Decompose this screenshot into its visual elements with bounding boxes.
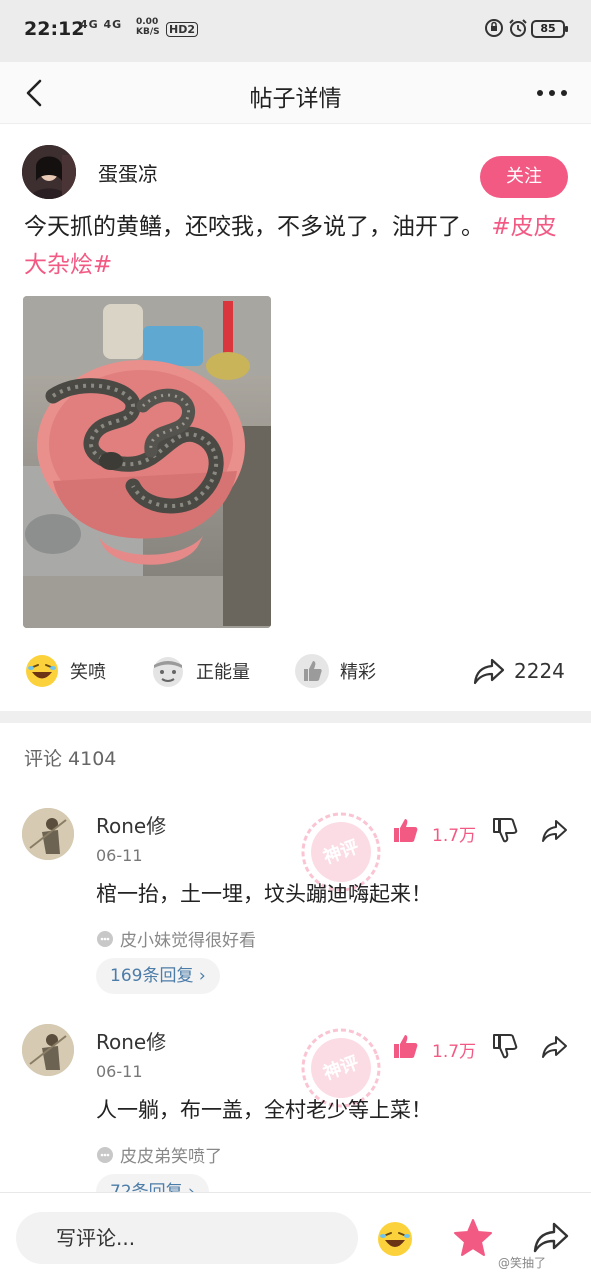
status-bar: 22:12 4G 4G 0.00 KB/S HD2 85 [0,0,591,62]
network-speed: 0.00 KB/S [136,17,160,37]
share-button[interactable]: 2224 [472,653,565,689]
comment-text: 棺一抬，土一埋，坟头蹦迪嗨起来！ [96,882,432,906]
thumbs-down-icon[interactable] [490,1032,518,1060]
comment-likers-text: 皮皮弟笑喷了 [120,1147,222,1167]
speech-bubble-icon [97,1146,113,1163]
comment-likers-text: 皮小妹觉得很好看 [120,931,256,951]
share-arrow-icon [473,658,505,685]
emoji-icon[interactable] [376,1220,414,1258]
section-divider [0,711,591,723]
alarm-icon [509,19,527,37]
network-indicator: 4G 4G [80,18,123,31]
reaction-laugh[interactable]: 笑喷 [24,653,106,689]
snake-photo [23,296,271,628]
share-arrow-icon[interactable] [540,818,568,844]
post-text: 今天抓的黄鳝，还咬我，不多说了，油开了。 #皮皮大杂烩# [24,208,572,284]
laughing-emoji-icon [26,655,58,687]
commenter-name[interactable]: Rone修 [96,810,166,839]
author-avatar-image [22,145,76,199]
share-count: 2224 [514,659,565,683]
commenter-name[interactable]: Rone修 [96,1026,166,1055]
star-favorite-icon[interactable] [452,1217,494,1259]
rotation-lock-icon [485,19,503,37]
positive-energy-emoji-icon [153,657,183,687]
reaction-label: 笑喷 [70,662,106,683]
author-avatar[interactable] [22,145,76,199]
commenter-avatar[interactable] [22,1024,74,1076]
commenter-avatar-image [22,808,74,860]
share-arrow-icon[interactable] [532,1220,570,1256]
author-name[interactable]: 蛋蛋凉 [98,158,158,187]
post-body: 今天抓的黄鳝，还咬我，不多说了，油开了。 [24,214,484,240]
reaction-label: 正能量 [196,662,250,683]
thumbs-up-icon[interactable] [392,1032,420,1060]
thumbs-up-icon [295,654,329,688]
like-count: 1.7万 [432,826,477,846]
page-title: 帖子详情 [249,86,342,112]
network-speed-unit: KB/S [136,27,160,37]
post-image[interactable] [23,296,271,628]
reaction-label: 精彩 [340,662,376,683]
battery-indicator: 85 [531,20,568,38]
reaction-positive[interactable]: 正能量 [150,653,250,689]
nav-bar: 帖子详情 [0,62,591,124]
status-time: 22:12 [24,18,85,40]
more-dots-icon[interactable] [532,75,572,111]
replies-button[interactable]: 169条回复 › [96,958,220,994]
reaction-bar: 笑喷 正能量 精彩 2224 [0,645,591,697]
thumbs-up-icon[interactable] [392,816,420,844]
comments-count-header: 评论 4104 [24,748,117,770]
comment-input[interactable]: 写评论... [16,1212,358,1264]
like-count: 1.7万 [432,1042,477,1062]
watermark: @笑抽了 [498,1256,547,1270]
comment-date: 06-11 [96,846,143,865]
comment-text: 人一躺，布一盖，全村老少等上菜！ [96,1098,432,1122]
comment-date: 06-11 [96,1062,143,1081]
follow-button[interactable]: 关注 [480,156,568,198]
comment-likers: 皮皮弟笑喷了 [96,1142,222,1167]
reaction-great[interactable]: 精彩 [294,653,376,689]
comment-item: 神评 Rone修 06-11 棺一抬，土一埋，坟头蹦迪嗨起来！ 皮小妹觉得很好看… [0,808,591,1018]
thumbs-down-icon[interactable] [490,816,518,844]
share-arrow-icon[interactable] [540,1034,568,1060]
network-speed-value: 0.00 [136,17,159,27]
speech-bubble-icon [97,930,113,947]
commenter-avatar-image [22,1024,74,1076]
comment-likers: 皮小妹觉得很好看 [96,926,256,951]
hd-badge: HD2 [166,22,198,37]
commenter-avatar[interactable] [22,808,74,860]
